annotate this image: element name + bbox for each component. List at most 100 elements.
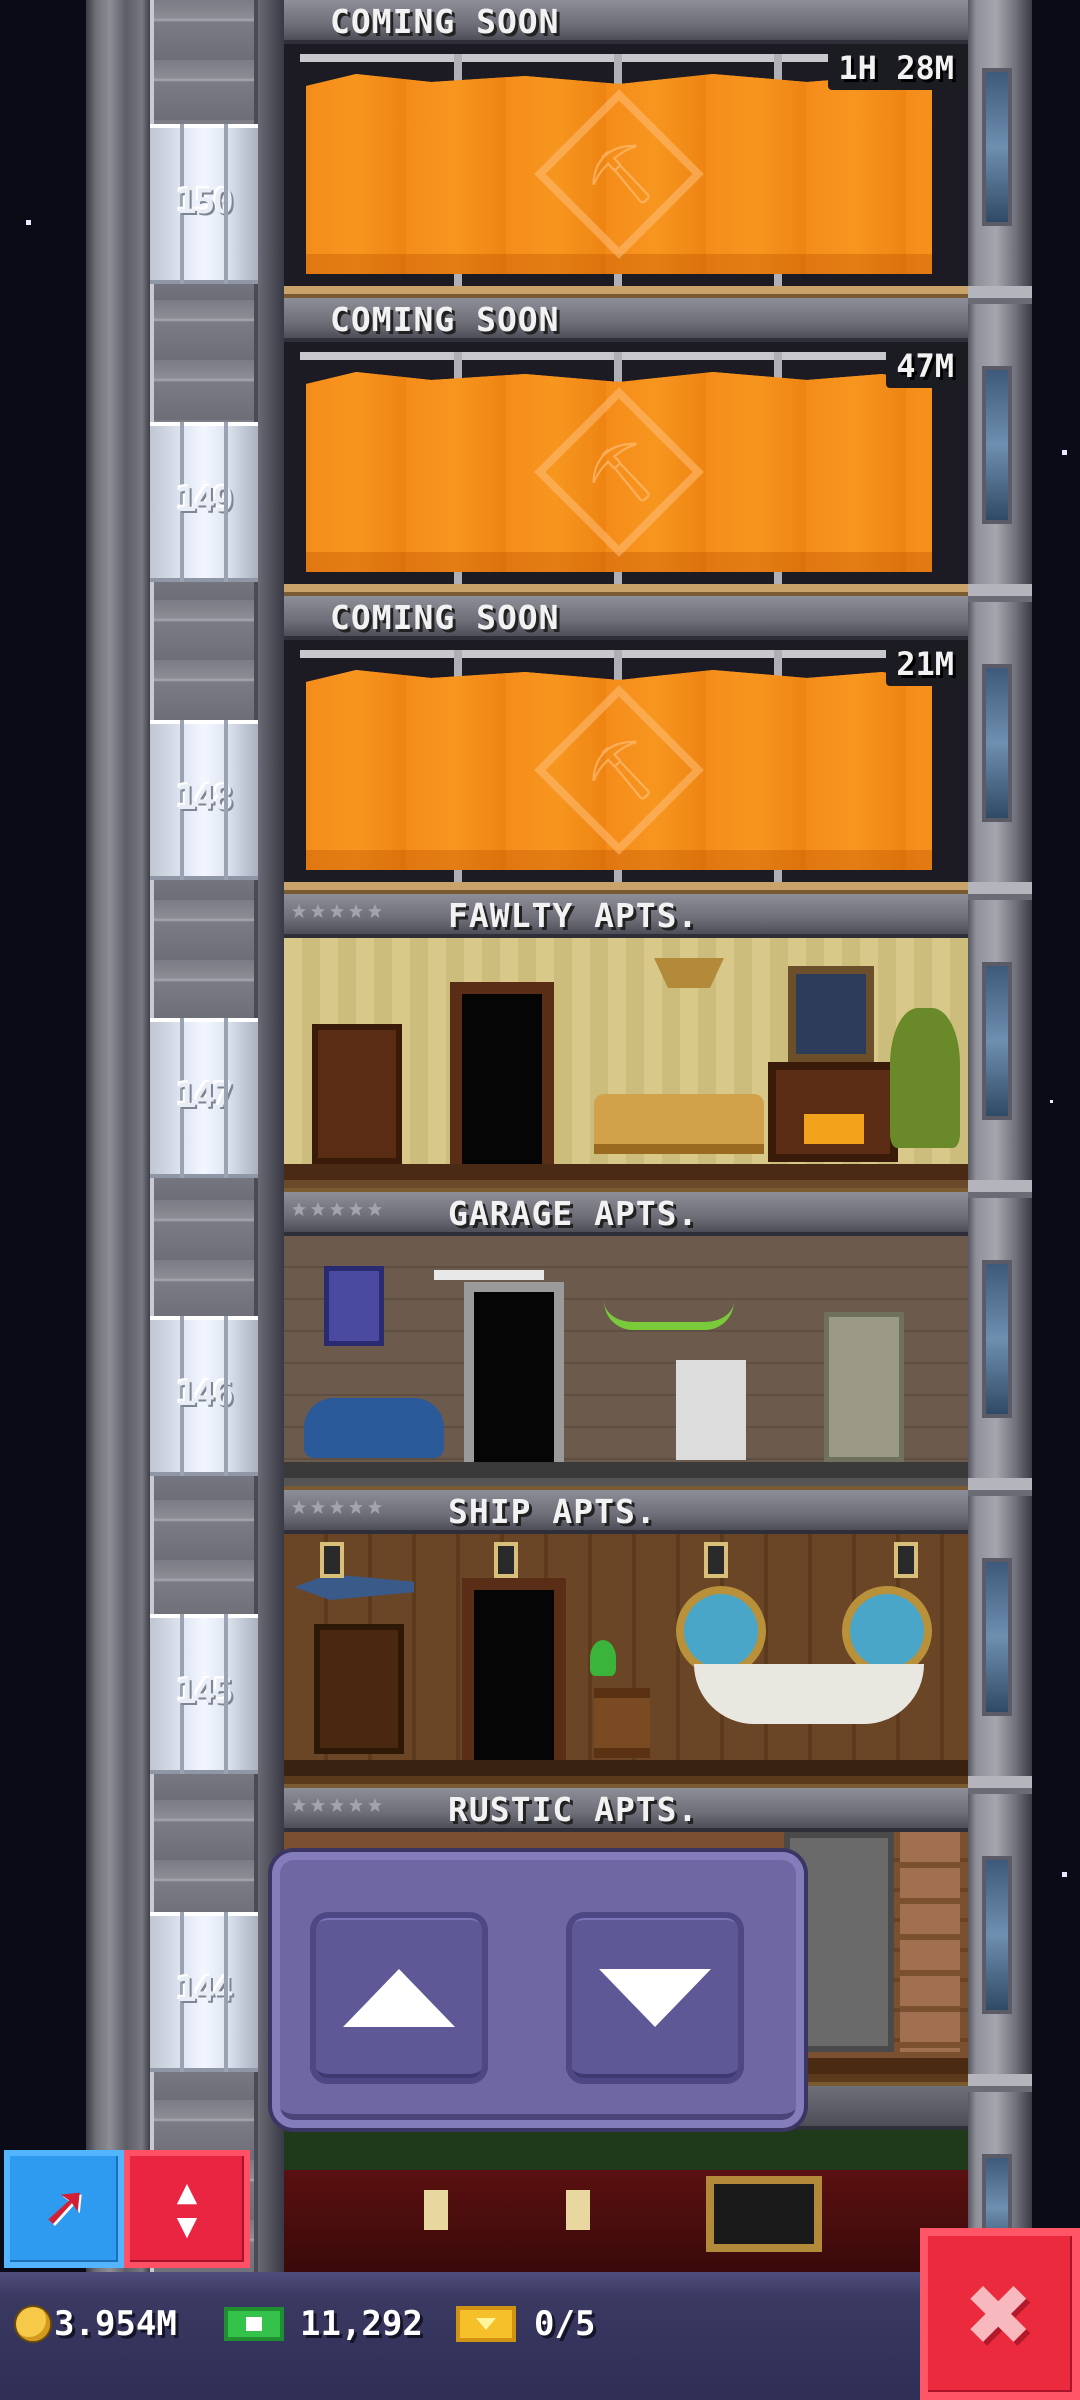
fluorescent-light bbox=[434, 1270, 544, 1280]
elevator-updown-icon: ▲ ▼ bbox=[176, 2172, 198, 2246]
floor-marker-144: 144 bbox=[150, 1912, 258, 2072]
close-button[interactable]: ✖ bbox=[920, 2228, 1080, 2400]
status-bar: 3.954M 11,292 0/5 bbox=[0, 2272, 1080, 2400]
floor-title: SHIP APTS. bbox=[448, 1492, 657, 1531]
worker-icon: ⛏ bbox=[584, 736, 658, 804]
rating-stars bbox=[292, 1798, 382, 1812]
construction-timer: 21M bbox=[886, 642, 964, 686]
wall-bracket bbox=[966, 1180, 1032, 1198]
floor-number: 150 bbox=[176, 182, 233, 222]
floor-header: COMING SOON bbox=[284, 298, 968, 342]
wall-window bbox=[986, 370, 1008, 520]
floor-number: 147 bbox=[176, 1076, 233, 1116]
bux-value: 11,292 bbox=[300, 2304, 423, 2344]
apartment-room bbox=[284, 938, 968, 1182]
construction-room: ⛏ 1H 28M bbox=[284, 44, 968, 288]
coin-icon bbox=[16, 2307, 50, 2341]
fireplace bbox=[768, 1062, 898, 1162]
floor-150[interactable]: COMING SOON ⛏ 1H 28M bbox=[284, 0, 968, 298]
bux-counter[interactable]: 11,292 bbox=[224, 2298, 423, 2350]
close-x-icon: ✖ bbox=[966, 2250, 1034, 2378]
bux-icon bbox=[224, 2307, 284, 2341]
move-tool-button[interactable]: ➚ bbox=[4, 2150, 124, 2268]
star bbox=[26, 220, 31, 225]
lantern bbox=[320, 1542, 344, 1578]
lantern bbox=[494, 1542, 518, 1578]
floor-header: FAWLTY APTS. bbox=[284, 894, 968, 938]
apartment-door[interactable] bbox=[474, 1590, 554, 1760]
pointer-arrow-icon: ➚ bbox=[44, 2172, 84, 2246]
wall-window bbox=[986, 1860, 1008, 2010]
floor-number: 145 bbox=[176, 1672, 233, 1712]
floor-header: RUSTIC APTS. bbox=[284, 1788, 968, 1832]
fire bbox=[804, 1114, 864, 1144]
tickets-value: 0/5 bbox=[534, 2304, 596, 2344]
worker-icon: ⛏ bbox=[584, 438, 658, 506]
rating-stars bbox=[292, 1202, 382, 1216]
floor-147[interactable]: FAWLTY APTS. bbox=[284, 894, 968, 1192]
floor-marker-148: 148 bbox=[150, 720, 258, 880]
floor-title: GARAGE APTS. bbox=[448, 1194, 699, 1233]
wall-window bbox=[986, 668, 1008, 818]
bookshelf bbox=[314, 1624, 404, 1754]
floor-number: 144 bbox=[176, 1970, 233, 2010]
hammock bbox=[694, 1664, 924, 1724]
wall-window bbox=[986, 966, 1008, 1116]
wall-lamp bbox=[566, 2190, 590, 2230]
construction-tarp: ⛏ bbox=[306, 372, 932, 572]
lantern bbox=[894, 1542, 918, 1578]
star bbox=[1050, 1100, 1053, 1103]
arrow-up-icon bbox=[343, 1969, 455, 2027]
floor-number: 148 bbox=[176, 778, 233, 818]
floor-marker-147: 147 bbox=[150, 1018, 258, 1178]
wall-window bbox=[986, 1562, 1008, 1712]
rating-stars bbox=[292, 1500, 382, 1514]
floor-title: COMING SOON bbox=[330, 300, 560, 339]
worker-icon: ⛏ bbox=[584, 140, 658, 208]
star bbox=[1062, 1872, 1067, 1877]
coins-value: 3.954M bbox=[54, 2304, 177, 2344]
apartment-room bbox=[284, 2130, 968, 2272]
floor-146[interactable]: GARAGE APTS. bbox=[284, 1192, 968, 1490]
ticket-icon bbox=[456, 2306, 516, 2342]
floor-number: 149 bbox=[176, 480, 233, 520]
floor-title: FAWLTY APTS. bbox=[448, 896, 699, 935]
apartment-door[interactable] bbox=[462, 994, 542, 1164]
elevator-control-panel bbox=[272, 1852, 804, 2128]
floor-title: COMING SOON bbox=[330, 2, 560, 41]
floor-145[interactable]: SHIP APTS. bbox=[284, 1490, 968, 1788]
bookshelf bbox=[312, 1024, 402, 1164]
apartment-room bbox=[284, 1534, 968, 1778]
floor-marker-145: 145 bbox=[150, 1614, 258, 1774]
coins-counter[interactable]: 3.954M bbox=[16, 2298, 177, 2350]
lantern bbox=[704, 1542, 728, 1578]
floor-marker-149: 149 bbox=[150, 422, 258, 582]
wall-bracket bbox=[966, 1776, 1032, 1794]
floor-marker-146: 146 bbox=[150, 1316, 258, 1476]
sofa bbox=[594, 1094, 764, 1154]
wall-bracket bbox=[966, 584, 1032, 602]
apartment-door[interactable] bbox=[474, 1292, 554, 1462]
floor-header: COMING SOON bbox=[284, 0, 968, 44]
construction-tarp: ⛏ bbox=[306, 74, 932, 274]
porthole bbox=[850, 1594, 924, 1668]
tickets-counter[interactable]: 0/5 bbox=[456, 2298, 595, 2350]
wall-picture bbox=[714, 2184, 814, 2244]
fridge bbox=[824, 1312, 904, 1462]
apartment-room bbox=[284, 1236, 968, 1480]
wall-window bbox=[986, 1264, 1008, 1414]
porthole bbox=[684, 1594, 758, 1668]
log-stack bbox=[900, 1832, 960, 2052]
floor-number: 146 bbox=[176, 1374, 233, 1414]
elevator-tool-button[interactable]: ▲ ▼ bbox=[124, 2150, 250, 2268]
elevator-up-button[interactable] bbox=[310, 1912, 488, 2084]
elevator-down-button[interactable] bbox=[566, 1912, 744, 2084]
floor-148[interactable]: COMING SOON ⛏ 21M bbox=[284, 596, 968, 894]
wall-bracket bbox=[966, 286, 1032, 304]
wall-bracket bbox=[966, 1478, 1032, 1496]
floor-title: COMING SOON bbox=[330, 598, 560, 637]
motorbike bbox=[304, 1398, 444, 1458]
wall-bracket bbox=[966, 882, 1032, 900]
floor-149[interactable]: COMING SOON ⛏ 47M bbox=[284, 298, 968, 596]
parrot bbox=[590, 1640, 616, 1676]
